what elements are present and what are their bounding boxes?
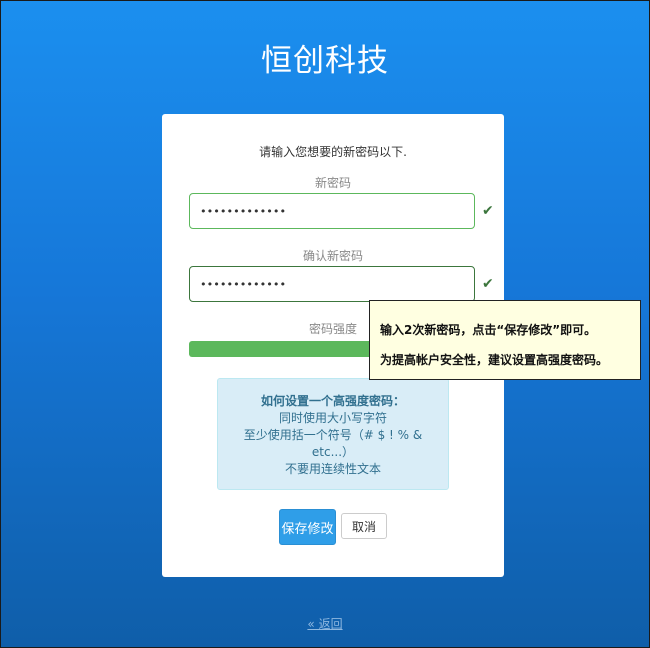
instruction-text: 请输入您想要的新密码以下. [259,145,407,159]
page-background: 恒创科技 请输入您想要的新密码以下. 新密码 ✔ 确认新密码 ✔ 密码强度 如何… [0,0,650,648]
save-button[interactable]: 保存修改 [279,509,336,545]
tips-title: 如何设置一个高强度密码： [260,394,405,408]
tips-line: 不要用连续性文本 [284,462,381,476]
confirm-password-check-icon: ✔ [482,276,494,292]
tooltip-line: 输入2次新密码，点击“保存修改”即可。 [380,323,597,337]
tips-line: 同时使用大小写字符 [278,411,387,425]
new-password-check-icon: ✔ [482,203,494,219]
back-link[interactable]: « 返回 [1,615,649,632]
password-tips-box: 如何设置一个高强度密码： 同时使用大小写字符 至少使用括一个符号（# $ ! %… [217,378,449,490]
confirm-password-input[interactable] [189,266,475,302]
tips-line: etc...） [311,445,355,459]
tips-line: 至少使用括一个符号（# $ ! % & [243,428,423,442]
brand-title: 恒创科技 [261,43,389,79]
new-password-label: 新密码 [314,176,351,190]
tooltip-line: 为提高帐户安全性，建议设置高强度密码。 [380,353,609,367]
help-tooltip: 输入2次新密码，点击“保存修改”即可。 为提高帐户安全性，建议设置高强度密码。 [369,300,641,380]
cancel-button[interactable]: 取消 [341,513,387,539]
new-password-input[interactable] [189,193,475,229]
confirm-password-label: 确认新密码 [302,249,363,263]
